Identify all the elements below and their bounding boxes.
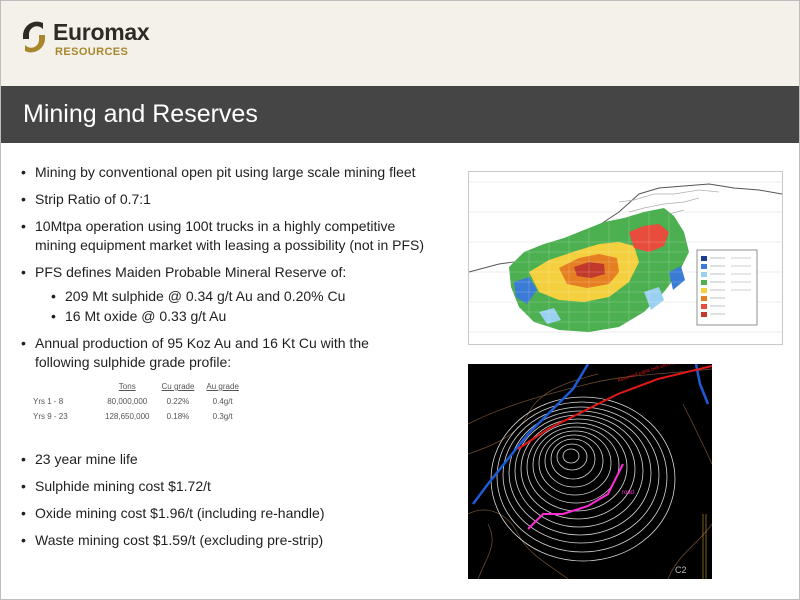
company-logo: Euromax RESOURCES xyxy=(19,17,219,61)
bullet-text: 23 year mine life xyxy=(35,451,138,467)
logo-mark-icon xyxy=(23,21,45,53)
pit-plan-svg: Assumed cable belt conveyor route road C… xyxy=(468,364,712,579)
table-cell: 80,000,000 xyxy=(107,397,148,406)
title-bar: Mining and Reserves xyxy=(1,86,799,143)
table-cell: Yrs 1 - 8 xyxy=(33,397,64,406)
logo-name: Euromax xyxy=(53,19,150,45)
table-header: Au grade xyxy=(206,382,239,391)
bullet-text: PFS defines Maiden Probable Mineral Rese… xyxy=(35,264,347,280)
table-cell: 0.22% xyxy=(166,397,190,406)
page-title: Mining and Reserves xyxy=(23,100,258,128)
table-cell: 0.18% xyxy=(166,412,190,421)
table-row: Yrs 1 - 8 80,000,000 0.22% 0.4g/t xyxy=(29,394,245,409)
bullet-mine-life: • 23 year mine life xyxy=(21,451,138,467)
bullet-oxide-cost: • Oxide mining cost $1.96/t (including re… xyxy=(21,505,325,521)
table-cell: 128,650,000 xyxy=(105,412,150,421)
grade-profile-table: Tons Cu grade Au grade Yrs 1 - 8 80,000,… xyxy=(29,380,245,424)
bullet-text: Annual production of 95 Koz Au and 16 Kt… xyxy=(35,335,369,351)
slide: Euromax RESOURCES Mining and Reserves • M… xyxy=(0,0,800,600)
sub-bullet-sulphide: • 209 Mt sulphide @ 0.34 g/t Au and 0.20%… xyxy=(51,288,346,304)
table-header: Cu grade xyxy=(161,382,195,391)
bullet-text: Strip Ratio of 0.7:1 xyxy=(35,191,151,207)
bullet-text: 10Mtpa operation using 100t trucks in a … xyxy=(35,218,396,234)
bullet-reserve: • PFS defines Maiden Probable Mineral Res… xyxy=(21,264,347,280)
sub-bullet-text: 16 Mt oxide @ 0.33 g/t Au xyxy=(65,308,227,324)
bullet-list: • Mining by conventional open pit using l… xyxy=(21,163,461,558)
map-corner-label: C2 xyxy=(675,565,687,575)
sub-bullet-oxide: • 16 Mt oxide @ 0.33 g/t Au xyxy=(51,308,227,324)
table-cell: Yrs 9 - 23 xyxy=(33,412,68,421)
bullet-text: Waste mining cost $1.59/t (excluding pre… xyxy=(35,532,324,548)
bullet-text: following sulphide grade profile: xyxy=(35,354,232,370)
table-row: Yrs 9 - 23 128,650,000 0.18% 0.3g/t xyxy=(29,409,245,424)
bullet-strip-ratio: • Strip Ratio of 0.7:1 xyxy=(21,191,151,207)
table-cell: 0.4g/t xyxy=(212,397,233,406)
bullet-sulphide-cost: • Sulphide mining cost $1.72/t xyxy=(21,478,211,494)
header: Euromax RESOURCES xyxy=(1,1,799,86)
bullet-text: Mining by conventional open pit using la… xyxy=(35,164,416,180)
bullet-text: Sulphide mining cost $1.72/t xyxy=(35,478,211,494)
bullet-open-pit: • Mining by conventional open pit using l… xyxy=(21,164,416,180)
pit-design-plan-image: Assumed cable belt conveyor route road C… xyxy=(468,364,712,579)
logo-subtitle: RESOURCES xyxy=(55,46,129,58)
block-model-section-image xyxy=(468,171,783,345)
bullet-operation: • 10Mtpa operation using 100t trucks in a… xyxy=(21,218,425,253)
table-cell: 0.3g/t xyxy=(212,412,233,421)
block-model-svg xyxy=(469,181,782,333)
bullet-text: Oxide mining cost $1.96/t (including re-… xyxy=(35,505,325,521)
bullet-production: • Annual production of 95 Koz Au and 16 K… xyxy=(21,335,369,370)
bullet-text: mining equipment market with leasing a p… xyxy=(35,237,425,253)
table-header: Tons xyxy=(118,382,136,391)
road-label: road xyxy=(622,490,634,496)
bullet-waste-cost: • Waste mining cost $1.59/t (excluding pr… xyxy=(21,532,324,548)
sub-bullet-text: 209 Mt sulphide @ 0.34 g/t Au and 0.20% … xyxy=(65,288,346,304)
